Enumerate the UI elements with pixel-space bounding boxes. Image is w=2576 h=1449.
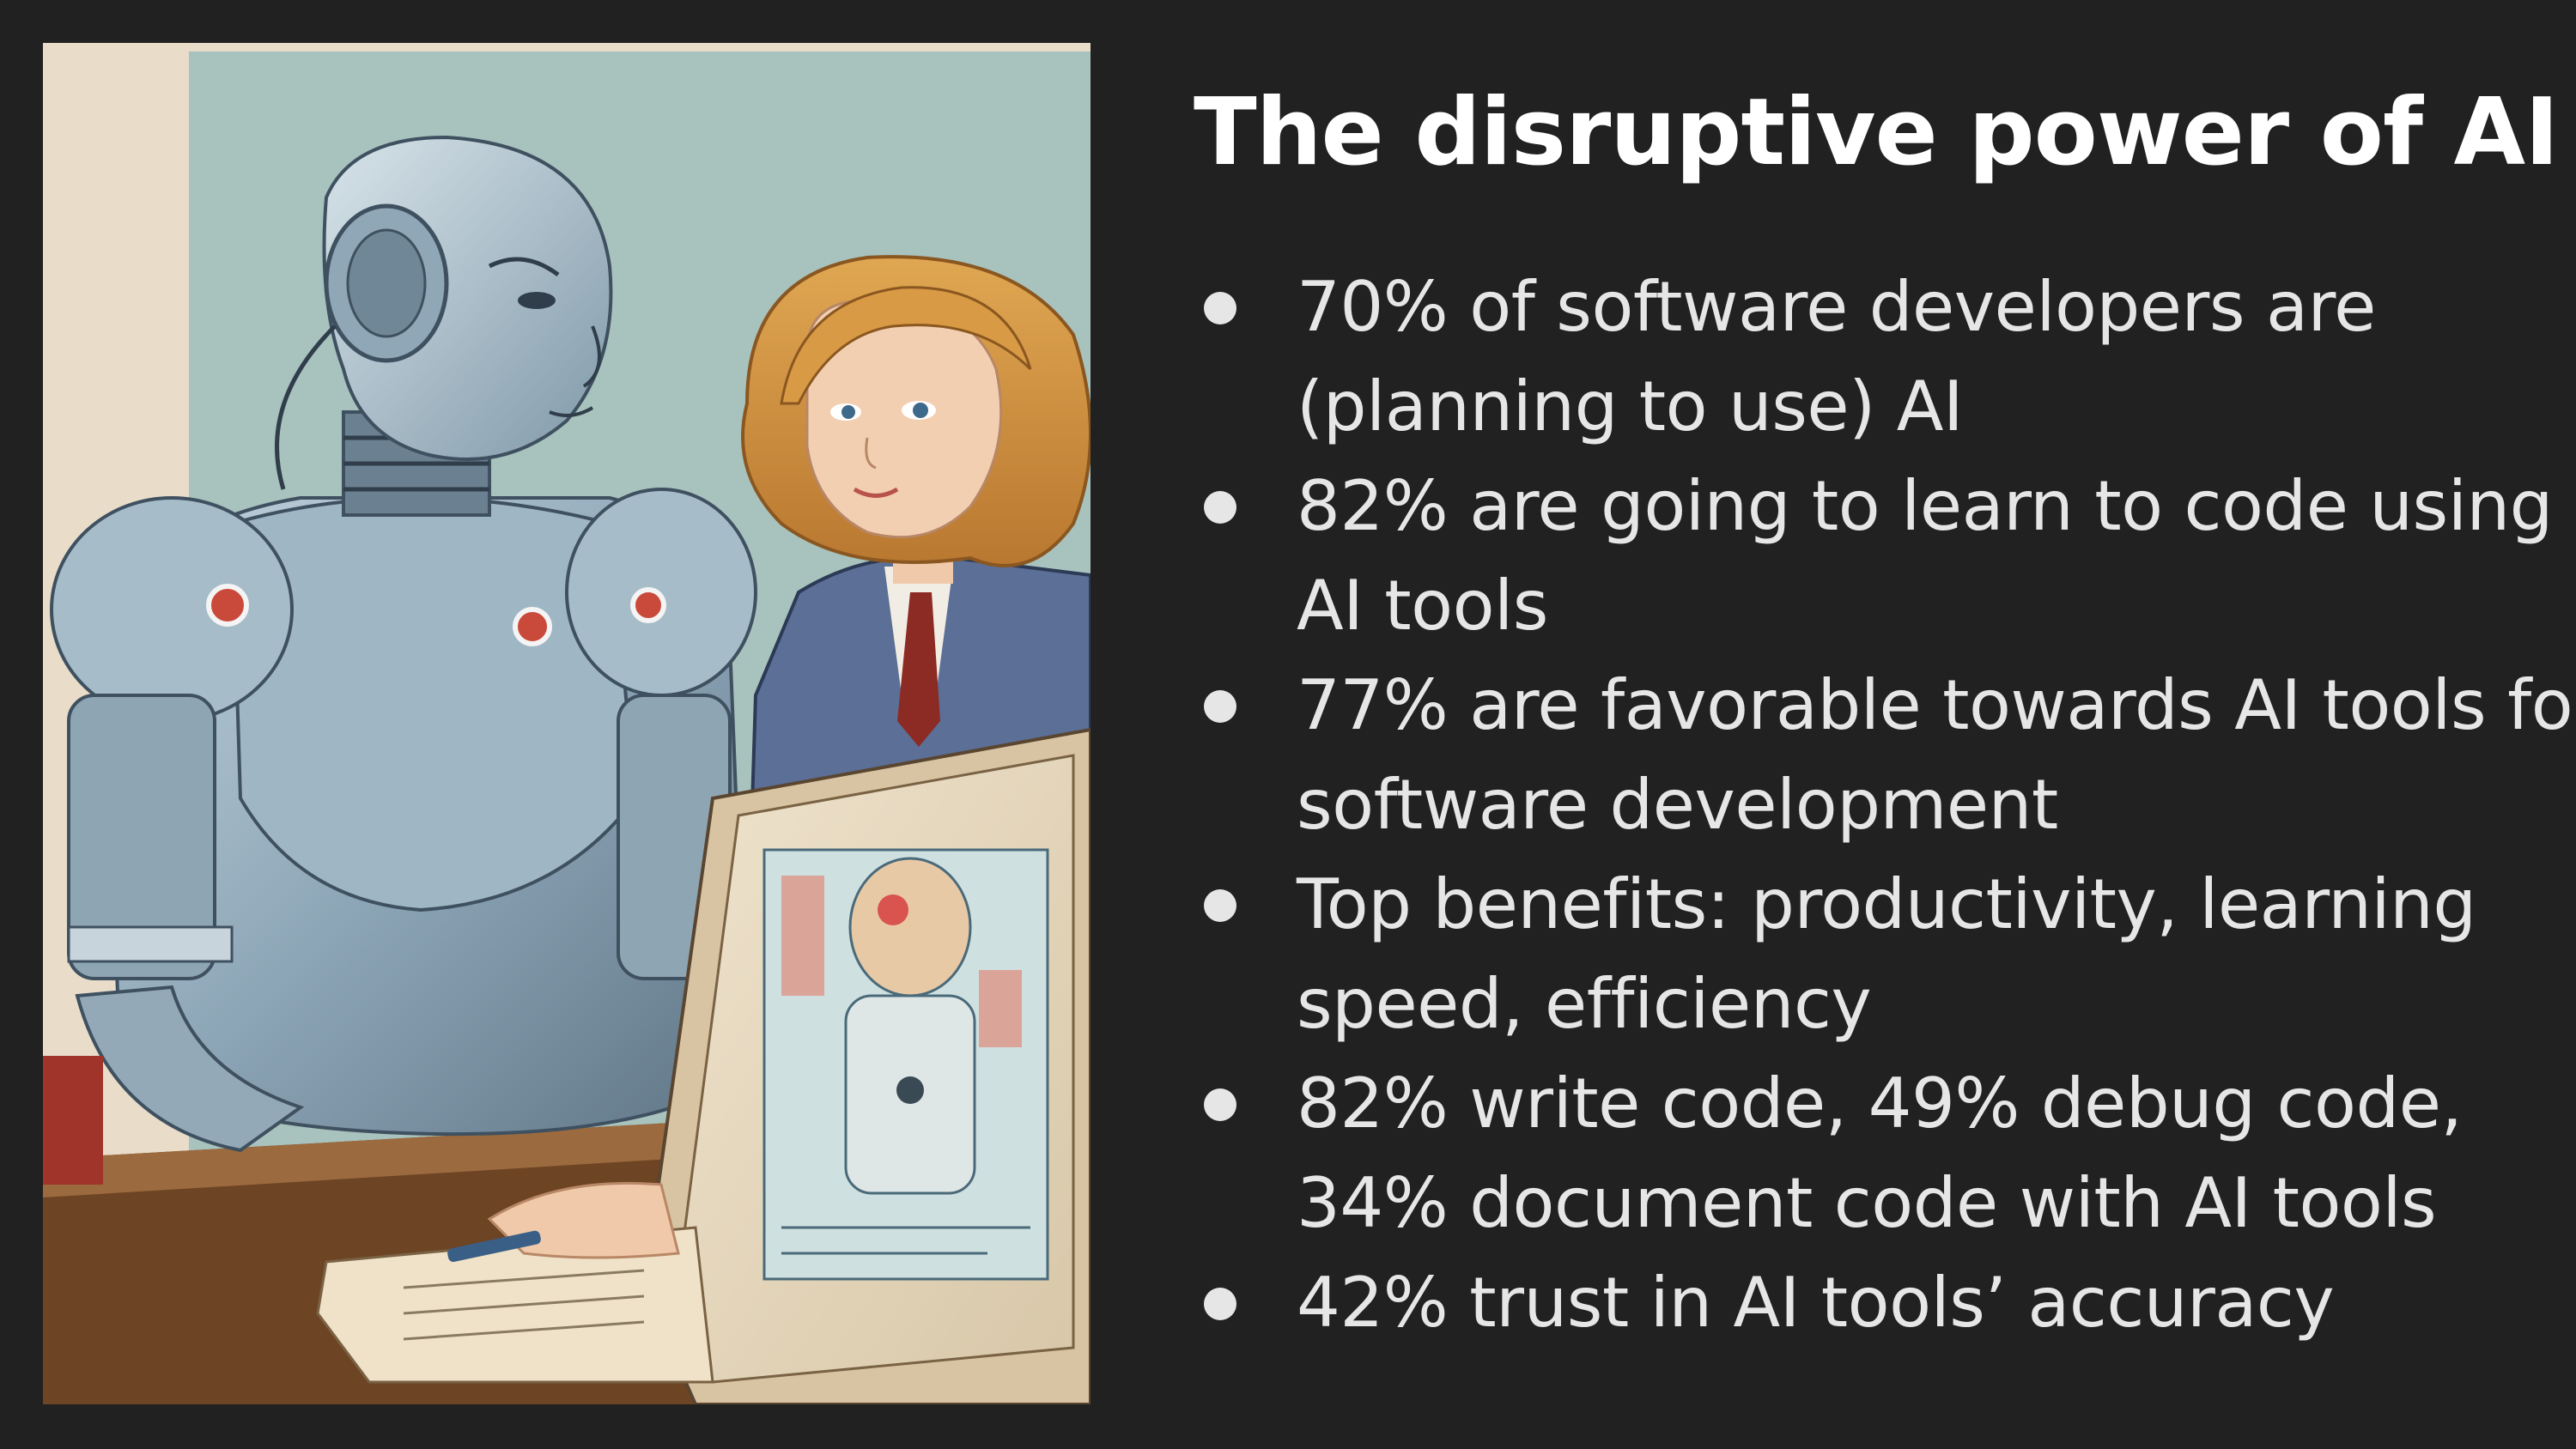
- bullet-item: 70% of software developers are (planning…: [1185, 258, 2576, 457]
- bullet-text: 82% write code, 49% debug code, 34% docu…: [1297, 1064, 2463, 1243]
- bullet-dot-icon: [1204, 1088, 1236, 1121]
- bullet-item: Top benefits: productivity, learning spe…: [1185, 855, 2576, 1054]
- bullet-text: 42% trust in AI tools’ accuracy: [1297, 1263, 2335, 1343]
- bullet-text: 82% are going to learn to code using AI …: [1297, 466, 2553, 646]
- bullet-item: 82% write code, 49% debug code, 34% docu…: [1185, 1054, 2576, 1253]
- slide-title: The disruptive power of AI: [1194, 79, 2559, 186]
- robot-illustration-icon: [43, 43, 1091, 1404]
- bullet-text: 70% of software developers are (planning…: [1297, 267, 2376, 446]
- bullet-text: 77% are favorable towards AI tools for s…: [1297, 665, 2576, 845]
- bullet-list: 70% of software developers are (planning…: [1185, 258, 2576, 1353]
- bullet-dot-icon: [1204, 1288, 1236, 1320]
- bullet-dot-icon: [1204, 292, 1236, 324]
- robot-and-woman-illustration: [43, 43, 1091, 1404]
- bullet-item: 82% are going to learn to code using AI …: [1185, 457, 2576, 656]
- bullet-dot-icon: [1204, 889, 1236, 922]
- bullet-dot-icon: [1204, 690, 1236, 723]
- bullet-item: 77% are favorable towards AI tools for s…: [1185, 656, 2576, 855]
- bullet-item: 42% trust in AI tools’ accuracy: [1185, 1253, 2576, 1353]
- bullet-text: Top benefits: productivity, learning spe…: [1297, 864, 2476, 1044]
- bullet-dot-icon: [1204, 491, 1236, 524]
- slide: The disruptive power of AI 70% of softwa…: [0, 0, 2576, 1449]
